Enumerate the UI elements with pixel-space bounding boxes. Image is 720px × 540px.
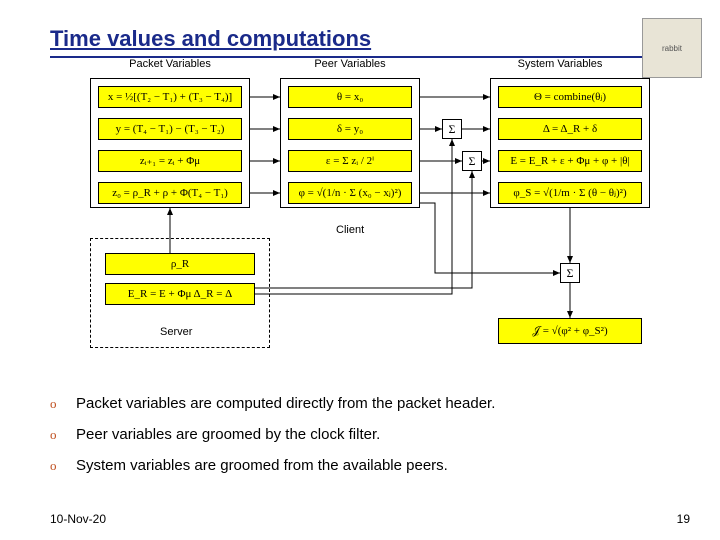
bullet-text: Peer variables are groomed by the clock … — [76, 426, 380, 443]
bullet-item: o Peer variables are groomed by the cloc… — [50, 426, 670, 443]
formula-packet-x: x = ½[(T₂ − T₁) + (T₃ − T₄)] — [98, 86, 242, 108]
bullet-text: Packet variables are computed directly f… — [76, 395, 495, 412]
formula-final: 𝒥 = √(φ² + φ_S²) — [498, 318, 642, 344]
footer-date: 10-Nov-20 — [50, 512, 106, 526]
bullet-mark: o — [50, 427, 76, 443]
formula-er: E_R = E + Φμ Δ_R = Δ — [105, 283, 255, 305]
formula-system-theta: Θ = combine(θⱼ) — [498, 86, 642, 108]
server-label: Server — [160, 326, 192, 338]
sigma-final: Σ — [560, 263, 580, 283]
col-packet: Packet Variables — [110, 58, 230, 70]
col-peer: Peer Variables — [290, 58, 410, 70]
formula-system-e: E = E_R + ε + Φμ + φ + |θ| — [498, 150, 642, 172]
formula-peer-epsilon: ε = Σ zᵢ / 2ⁱ — [288, 150, 412, 172]
formula-packet-z: zᵢ₊₁ = zᵢ + Φμ — [98, 150, 242, 172]
formula-packet-y: y = (T₄ − T₁) − (T₃ − T₂) — [98, 118, 242, 140]
col-system: System Variables — [500, 58, 620, 70]
formula-rho: ρ_R — [105, 253, 255, 275]
formula-packet-z0: z₀ = ρ_R + ρ + Φ(T₄ − T₁) — [98, 182, 242, 204]
formula-peer-phi: φ = √(1/n · Σ (x₀ − xⱼ)²) — [288, 182, 412, 204]
footer-page: 19 — [677, 512, 690, 526]
sigma-delta: Σ — [442, 119, 462, 139]
formula-peer-delta: δ = y₀ — [288, 118, 412, 140]
bullet-list: o Packet variables are computed directly… — [50, 395, 670, 488]
page-title: Time values and computations — [50, 26, 670, 56]
bullet-mark: o — [50, 458, 76, 474]
sigma-e: Σ — [462, 151, 482, 171]
bullet-item: o System variables are groomed from the … — [50, 457, 670, 474]
formula-system-phis: φ_S = √(1/m · Σ (θ − θⱼ)²) — [498, 182, 642, 204]
diagram: Packet Variables Peer Variables System V… — [50, 58, 670, 378]
bullet-item: o Packet variables are computed directly… — [50, 395, 670, 412]
formula-peer-theta: θ = x₀ — [288, 86, 412, 108]
bullet-text: System variables are groomed from the av… — [76, 457, 448, 474]
bullet-mark: o — [50, 396, 76, 412]
formula-system-delta: Δ = Δ_R + δ — [498, 118, 642, 140]
client-label: Client — [336, 224, 364, 236]
